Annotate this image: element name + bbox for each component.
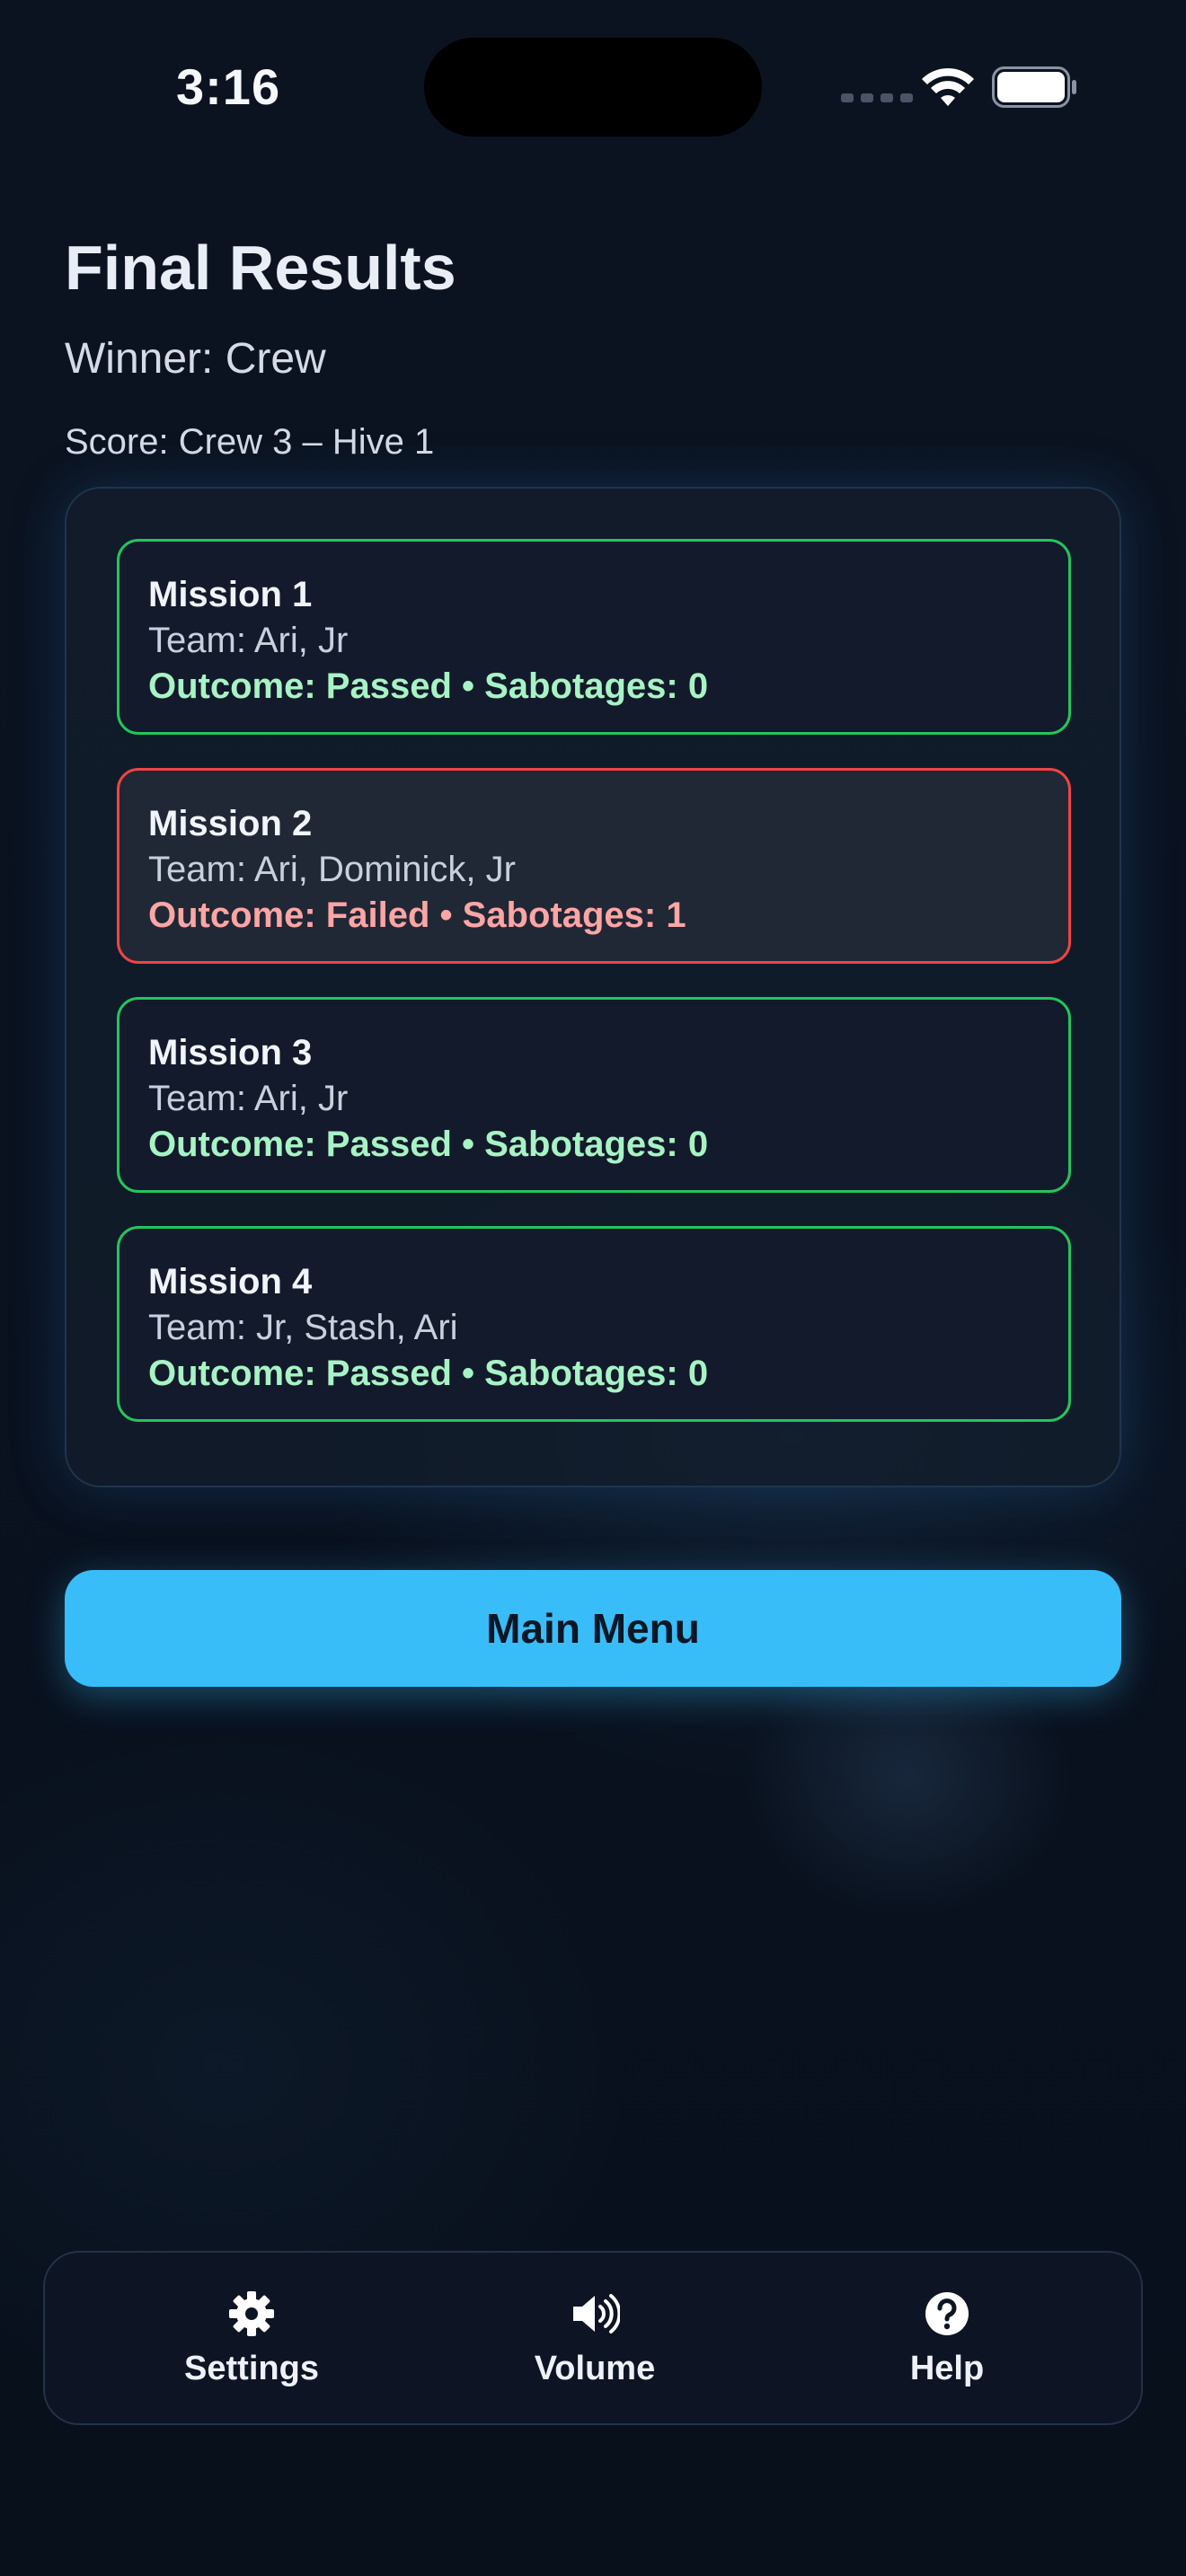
gear-icon	[229, 2291, 274, 2336]
nav-settings-button[interactable]: Settings	[135, 2289, 368, 2396]
question-icon	[925, 2292, 969, 2335]
speaker-icon	[573, 2294, 620, 2333]
nav-settings-label: Settings	[184, 2350, 319, 2387]
nav-volume-label: Volume	[534, 2350, 656, 2387]
mission-team: Team: Jr, Stash, Ari	[148, 1308, 458, 1347]
nav-help-button[interactable]: Help	[830, 2289, 1064, 2396]
mission-card-4: Mission 4 Team: Jr, Stash, Ari Outcome: …	[117, 1226, 1071, 1422]
bottom-nav: Settings Volume Help	[43, 2251, 1143, 2425]
mission-outcome: Outcome: Failed • Sabotages: 1	[148, 895, 686, 935]
wifi-icon	[922, 67, 974, 106]
page-title: Final Results	[65, 233, 456, 303]
nav-help-label: Help	[909, 2350, 985, 2387]
mission-outcome: Outcome: Passed • Sabotages: 0	[148, 1354, 709, 1393]
score-text: Score: Crew 3 – Hive 1	[65, 422, 435, 462]
mission-title: Mission 1	[148, 575, 313, 614]
battery-icon	[992, 66, 1076, 108]
mission-team: Team: Ari, Jr	[148, 621, 349, 660]
mission-card-3: Mission 3 Team: Ari, Jr Outcome: Passed …	[117, 997, 1071, 1193]
winner-text: Winner: Crew	[65, 335, 326, 383]
nav-volume-button[interactable]: Volume	[478, 2289, 712, 2396]
mission-title: Mission 4	[148, 1262, 313, 1301]
mission-card-2: Mission 2 Team: Ari, Dominick, Jr Outcom…	[117, 768, 1071, 964]
main-menu-button[interactable]: Main Menu	[65, 1570, 1121, 1687]
mission-outcome: Outcome: Passed • Sabotages: 0	[148, 1125, 709, 1164]
dynamic-island	[424, 38, 762, 137]
missions-panel: Mission 1 Team: Ari, Jr Outcome: Passed …	[65, 487, 1121, 1487]
cellular-signal-icon	[841, 93, 913, 102]
mission-title: Mission 2	[148, 804, 313, 843]
mission-card-1: Mission 1 Team: Ari, Jr Outcome: Passed …	[117, 539, 1071, 735]
mission-team: Team: Ari, Jr	[148, 1079, 349, 1118]
status-time: 3:16	[176, 58, 281, 115]
mission-team: Team: Ari, Dominick, Jr	[148, 850, 516, 889]
mission-title: Mission 3	[148, 1033, 313, 1072]
mission-outcome: Outcome: Passed • Sabotages: 0	[148, 666, 709, 706]
